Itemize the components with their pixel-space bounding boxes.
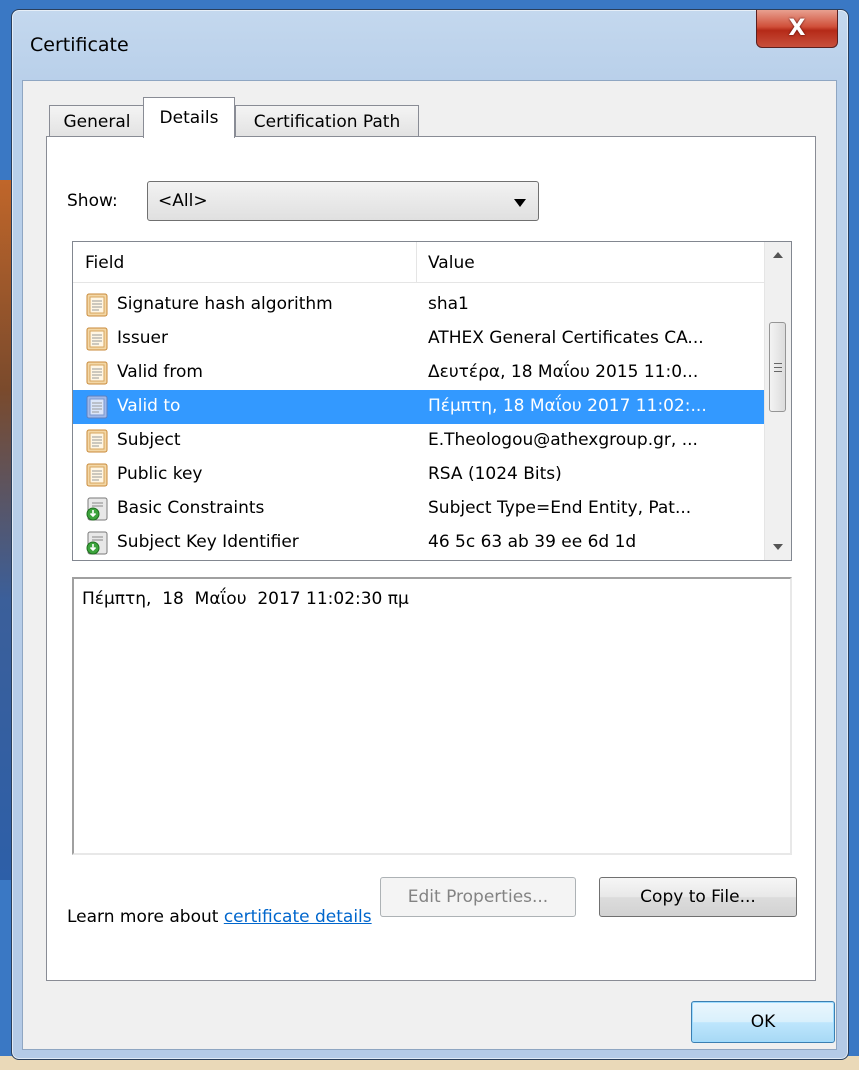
certificate-details-link[interactable]: certificate details [224,907,372,927]
document-icon [85,395,109,419]
row-field: Subject [117,430,181,450]
window-title: Certificate [30,34,129,56]
column-separator[interactable] [416,242,417,282]
table-row[interactable]: Valid to Πέμπτη, 18 Μαΐου 2017 11:02:... [73,390,766,424]
list-scrollbar[interactable] [764,242,791,560]
list-rows: Signature hash algorithm sha1 Issuer ATHEX … [73,288,766,560]
show-dropdown-value: <All> [158,191,208,211]
ok-button[interactable]: OK [691,1001,835,1043]
scroll-thumb[interactable] [769,322,786,412]
table-row[interactable]: Subject Key Identifier 46 5c 63 ab 39 ee … [73,526,766,560]
row-value: E.Theologou@athexgroup.gr, ... [428,430,698,450]
document-icon [85,463,109,487]
document-icon [85,361,109,385]
table-row[interactable]: Valid from Δευτέρα, 18 Μαΐου 2015 11:0... [73,356,766,390]
title-bar[interactable]: Certificate X [12,10,848,80]
learn-more-prefix: Learn more about [67,907,224,927]
close-button[interactable]: X [756,10,838,48]
tab-details[interactable]: Details [143,97,235,138]
row-value: RSA (1024 Bits) [428,464,562,484]
row-value: Πέμπτη, 18 Μαΐου 2017 11:02:... [428,396,707,416]
row-field: Public key [117,464,203,484]
row-field: Subject Key Identifier [117,532,299,552]
learn-more-text: Learn more about certificate details [67,907,372,927]
row-field: Basic Constraints [117,498,265,518]
row-value: Subject Type=End Entity, Pat... [428,498,692,518]
document-icon [85,327,109,351]
extension-icon [85,531,109,555]
row-value: ATHEX General Certificates CA... [428,328,704,348]
show-label: Show: [67,191,118,211]
row-field: Valid from [117,362,203,382]
copy-to-file-button[interactable]: Copy to File... [599,877,797,917]
table-row[interactable]: Signature hash algorithm sha1 [73,288,766,322]
document-icon [85,293,109,317]
edit-properties-button[interactable]: Edit Properties... [380,877,576,917]
show-dropdown[interactable]: <All> [147,181,539,221]
list-header: Field Value [73,242,766,283]
row-value: Δευτέρα, 18 Μαΐου 2015 11:0... [428,362,699,382]
scroll-down-button[interactable] [765,534,791,560]
field-value-text: Πέμπτη, 18 Μαΐου 2017 11:02:30 πμ [82,589,409,609]
row-value: 46 5c 63 ab 39 ee 6d 1d [428,532,637,552]
row-value: sha1 [428,294,469,314]
tab-certification-path[interactable]: Certification Path [235,105,419,137]
column-header-value[interactable]: Value [428,253,475,273]
table-row[interactable]: Public key RSA (1024 Bits) [73,458,766,492]
column-header-field[interactable]: Field [85,253,124,273]
arrow-down-icon [773,544,783,550]
table-row[interactable]: Issuer ATHEX General Certificates CA... [73,322,766,356]
table-row[interactable]: Basic Constraints Subject Type=End Entity… [73,492,766,526]
table-row[interactable]: Subject E.Theologou@athexgroup.gr, ... [73,424,766,458]
certificate-fields-list[interactable]: Field Value Signature hash algorithm sha1… [72,241,792,561]
extension-icon [85,497,109,521]
dialog-client-area: General Details Certification Path Show:… [22,80,837,1050]
close-icon: X [788,16,806,41]
field-value-detail[interactable]: Πέμπτη, 18 Μαΐου 2017 11:02:30 πμ [72,577,792,855]
details-tab-panel: Show: <All> Field Value Signature hash a… [46,136,816,981]
tab-general[interactable]: General [49,105,145,137]
row-field: Signature hash algorithm [117,294,333,314]
chevron-down-icon [514,199,526,207]
row-field: Valid to [117,396,181,416]
scroll-up-button[interactable] [765,242,791,268]
certificate-dialog: Certificate X General Details Certificat… [11,9,849,1060]
arrow-up-icon [773,252,783,258]
document-icon [85,429,109,453]
row-field: Issuer [117,328,168,348]
